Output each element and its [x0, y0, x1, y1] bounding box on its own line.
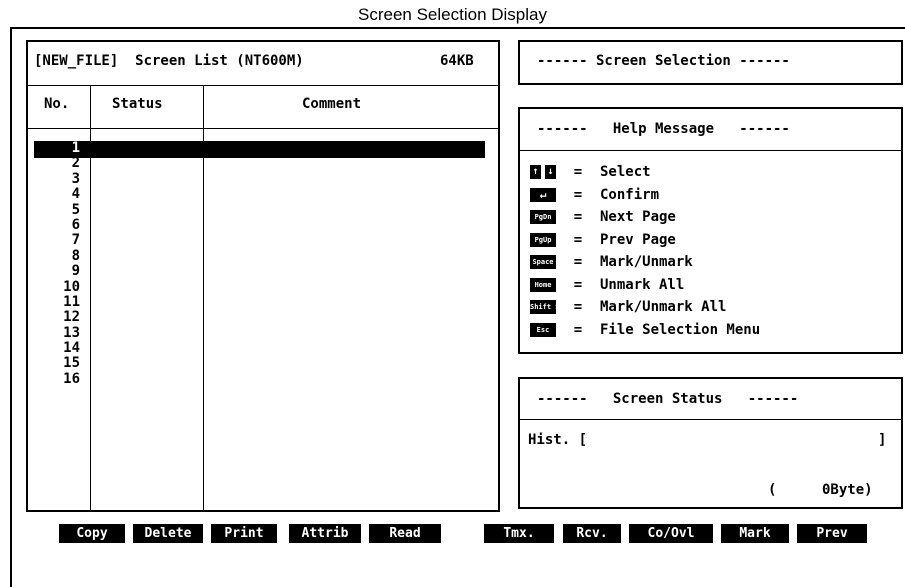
copy-button[interactable]: Copy — [59, 524, 125, 543]
row-number[interactable]: 1 — [32, 140, 80, 156]
memory-size: 64KB — [440, 53, 474, 69]
equals-sign: = — [573, 231, 583, 248]
row-number[interactable]: 16 — [32, 371, 80, 387]
help-item: Space = Mark/Unmark — [530, 251, 693, 274]
help-item: Esc = File Selection Menu — [530, 319, 760, 342]
selected-row-highlight[interactable] — [34, 141, 485, 158]
delete-button[interactable]: Delete — [133, 524, 203, 543]
row-number[interactable]: 14 — [32, 340, 80, 356]
row-number[interactable]: 12 — [32, 309, 80, 325]
rcv-button[interactable]: Rcv. — [563, 524, 621, 543]
screen-list-title: [NEW_FILE] Screen List (NT600M) — [34, 53, 304, 69]
equals-sign: = — [573, 164, 583, 181]
row-number[interactable]: 6 — [32, 217, 80, 233]
row-number[interactable]: 8 — [32, 248, 80, 264]
screen-status-title: ------ Screen Status ------ — [537, 391, 799, 407]
up-down-arrows-key-icon: ↑ ↓ — [530, 165, 556, 180]
help-message-title: ------ Help Message ------ — [537, 121, 790, 137]
figure-caption: Screen Selection Display — [358, 5, 547, 24]
help-item: PgDn = Next Page — [530, 206, 676, 229]
screen-list-panel — [26, 40, 500, 512]
row-number[interactable]: 2 — [32, 155, 80, 171]
column-header-comment: Comment — [302, 96, 362, 112]
pgup-key-icon: PgUp — [530, 232, 556, 247]
row-number[interactable]: 7 — [32, 232, 80, 248]
row-number[interactable]: 11 — [32, 294, 80, 310]
status-title-divider — [518, 419, 903, 420]
hist-close-bracket: ] — [878, 432, 887, 448]
prev-button[interactable]: Prev — [797, 524, 867, 543]
row-number[interactable]: 15 — [32, 356, 80, 372]
row-number[interactable]: 3 — [32, 171, 80, 187]
help-item-text: Mark/Unmark — [600, 254, 693, 271]
row-number[interactable]: 4 — [32, 186, 80, 202]
row-number[interactable]: 9 — [32, 263, 80, 279]
equals-sign: = — [573, 321, 583, 338]
help-item-text: Unmark All — [600, 276, 685, 293]
column-header-status: Status — [112, 96, 163, 112]
print-button[interactable]: Print — [211, 524, 277, 543]
frame-left-border — [10, 27, 12, 587]
co-ovl-button[interactable]: Co/Ovl — [629, 524, 713, 543]
equals-sign: = — [573, 299, 583, 316]
equals-sign: = — [573, 276, 583, 293]
hist-label: Hist. [ — [528, 432, 588, 448]
byte-open-paren: ( — [768, 482, 777, 498]
equals-sign: = — [573, 209, 583, 226]
help-item-text: Mark/Unmark All — [600, 299, 727, 316]
home-key-icon: Home — [530, 277, 556, 292]
enter-key-icon: ↵ — [530, 187, 556, 202]
tmx-button[interactable]: Tmx. — [484, 524, 554, 543]
list-header-divider-bottom — [26, 128, 500, 129]
help-item-text: Prev Page — [600, 231, 676, 248]
frame-top-border — [10, 27, 905, 29]
row-number[interactable]: 10 — [32, 279, 80, 295]
help-title-divider — [518, 150, 903, 151]
esc-key-icon: Esc — [530, 322, 556, 337]
help-item: Home = Unmark All — [530, 274, 684, 297]
list-header-divider-top — [26, 85, 500, 86]
help-item: PgUp = Prev Page — [530, 229, 676, 252]
row-number-column: 1 2 3 4 5 6 7 8 9 10 11 12 13 14 15 16 — [32, 140, 80, 387]
pgdn-key-icon: PgDn — [530, 210, 556, 225]
help-item: ↑ ↓ = Select — [530, 161, 651, 184]
shift-space-key-icon: Shift Space — [530, 300, 556, 315]
equals-sign: = — [573, 186, 583, 203]
help-item-text: Select — [600, 164, 651, 181]
row-number[interactable]: 5 — [32, 202, 80, 218]
help-item-text: Next Page — [600, 209, 676, 226]
mark-button[interactable]: Mark — [721, 524, 789, 543]
attrib-button[interactable]: Attrib — [289, 524, 361, 543]
row-number[interactable]: 13 — [32, 325, 80, 341]
byte-count: 0Byte) — [822, 482, 873, 498]
column-header-no: No. — [44, 96, 70, 112]
read-button[interactable]: Read — [369, 524, 441, 543]
screen-selection-title: ------ Screen Selection ------ — [537, 53, 790, 69]
space-key-icon: Space — [530, 255, 556, 270]
help-item: Shift Space = Mark/Unmark All — [530, 296, 726, 319]
help-item: ↵ = Confirm — [530, 184, 659, 207]
help-item-text: File Selection Menu — [600, 321, 761, 338]
help-item-text: Confirm — [600, 186, 660, 203]
equals-sign: = — [573, 254, 583, 271]
